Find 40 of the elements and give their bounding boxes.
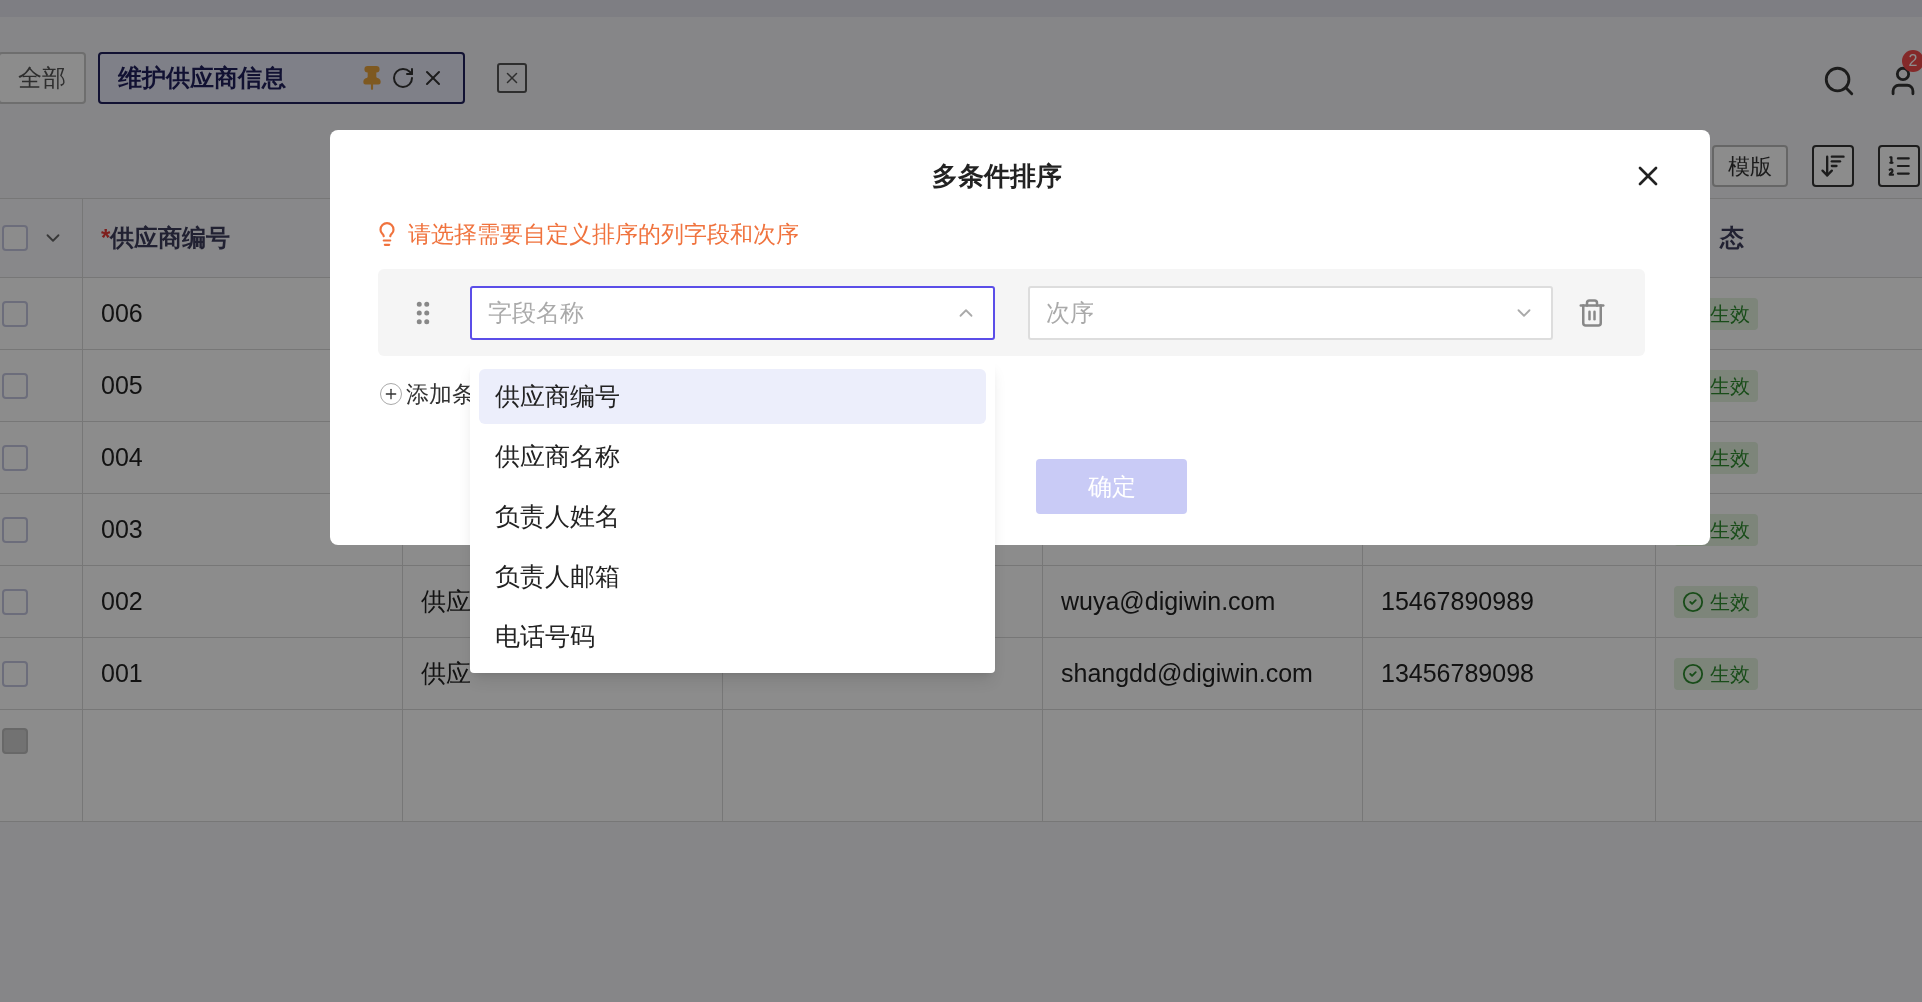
notification-badge: 2 bbox=[1902, 50, 1922, 72]
dropdown-option[interactable]: 负责人邮箱 bbox=[479, 549, 986, 604]
page-tab[interactable]: 全部 bbox=[0, 52, 86, 104]
table-cell-text: 002 bbox=[101, 585, 143, 617]
column-header: 态 bbox=[1720, 223, 1744, 253]
refresh-icon[interactable] bbox=[391, 66, 415, 90]
table-cell-text: 006 bbox=[101, 297, 143, 329]
column-header: *供应商编号 bbox=[101, 223, 231, 253]
template-button[interactable]: 模版 bbox=[1712, 145, 1788, 187]
status-tag: 生效 bbox=[1674, 657, 1758, 690]
dialog-title: 多条件排序 bbox=[932, 159, 1062, 193]
checkbox[interactable] bbox=[2, 300, 28, 327]
table-cell-text: shangdd@digiwin.com bbox=[1061, 657, 1313, 689]
table-cell-text: 001 bbox=[101, 657, 143, 689]
table-cell-text: 供应 bbox=[421, 657, 471, 689]
checkbox[interactable] bbox=[2, 660, 28, 687]
checkbox[interactable] bbox=[2, 225, 28, 251]
list-icon[interactable] bbox=[1878, 145, 1920, 187]
table-cell-text: 13456789098 bbox=[1381, 657, 1534, 689]
hint-text: 请选择需要自定义排序的列字段和次序 bbox=[408, 219, 799, 249]
table-cell-text: 005 bbox=[101, 369, 143, 401]
delete-icon[interactable] bbox=[1577, 297, 1607, 328]
checkbox[interactable] bbox=[2, 444, 28, 471]
close-tabs-icon[interactable] bbox=[497, 63, 527, 93]
dropdown-option[interactable]: 电话号码 bbox=[479, 609, 986, 664]
table-cell-text: 004 bbox=[101, 441, 143, 473]
table-cell-text: 供应 bbox=[421, 585, 471, 617]
checkbox[interactable] bbox=[2, 516, 28, 543]
checkbox[interactable] bbox=[2, 372, 28, 399]
table-cell-text: 003 bbox=[101, 513, 143, 545]
search-icon[interactable] bbox=[1822, 64, 1856, 98]
dropdown-option[interactable]: 负责人姓名 bbox=[479, 489, 986, 544]
dropdown-option[interactable]: 供应商编号 bbox=[479, 369, 986, 424]
sort-icon[interactable] bbox=[1812, 145, 1854, 187]
dropdown-option[interactable]: 供应商名称 bbox=[479, 429, 986, 484]
checkbox[interactable] bbox=[2, 588, 28, 615]
table-cell-text: 15467890989 bbox=[1381, 585, 1534, 617]
page-tab[interactable]: 维护供应商信息 bbox=[98, 52, 465, 104]
status-tag: 生效 bbox=[1674, 585, 1758, 618]
table-cell-text: wuya@digiwin.com bbox=[1061, 585, 1276, 617]
